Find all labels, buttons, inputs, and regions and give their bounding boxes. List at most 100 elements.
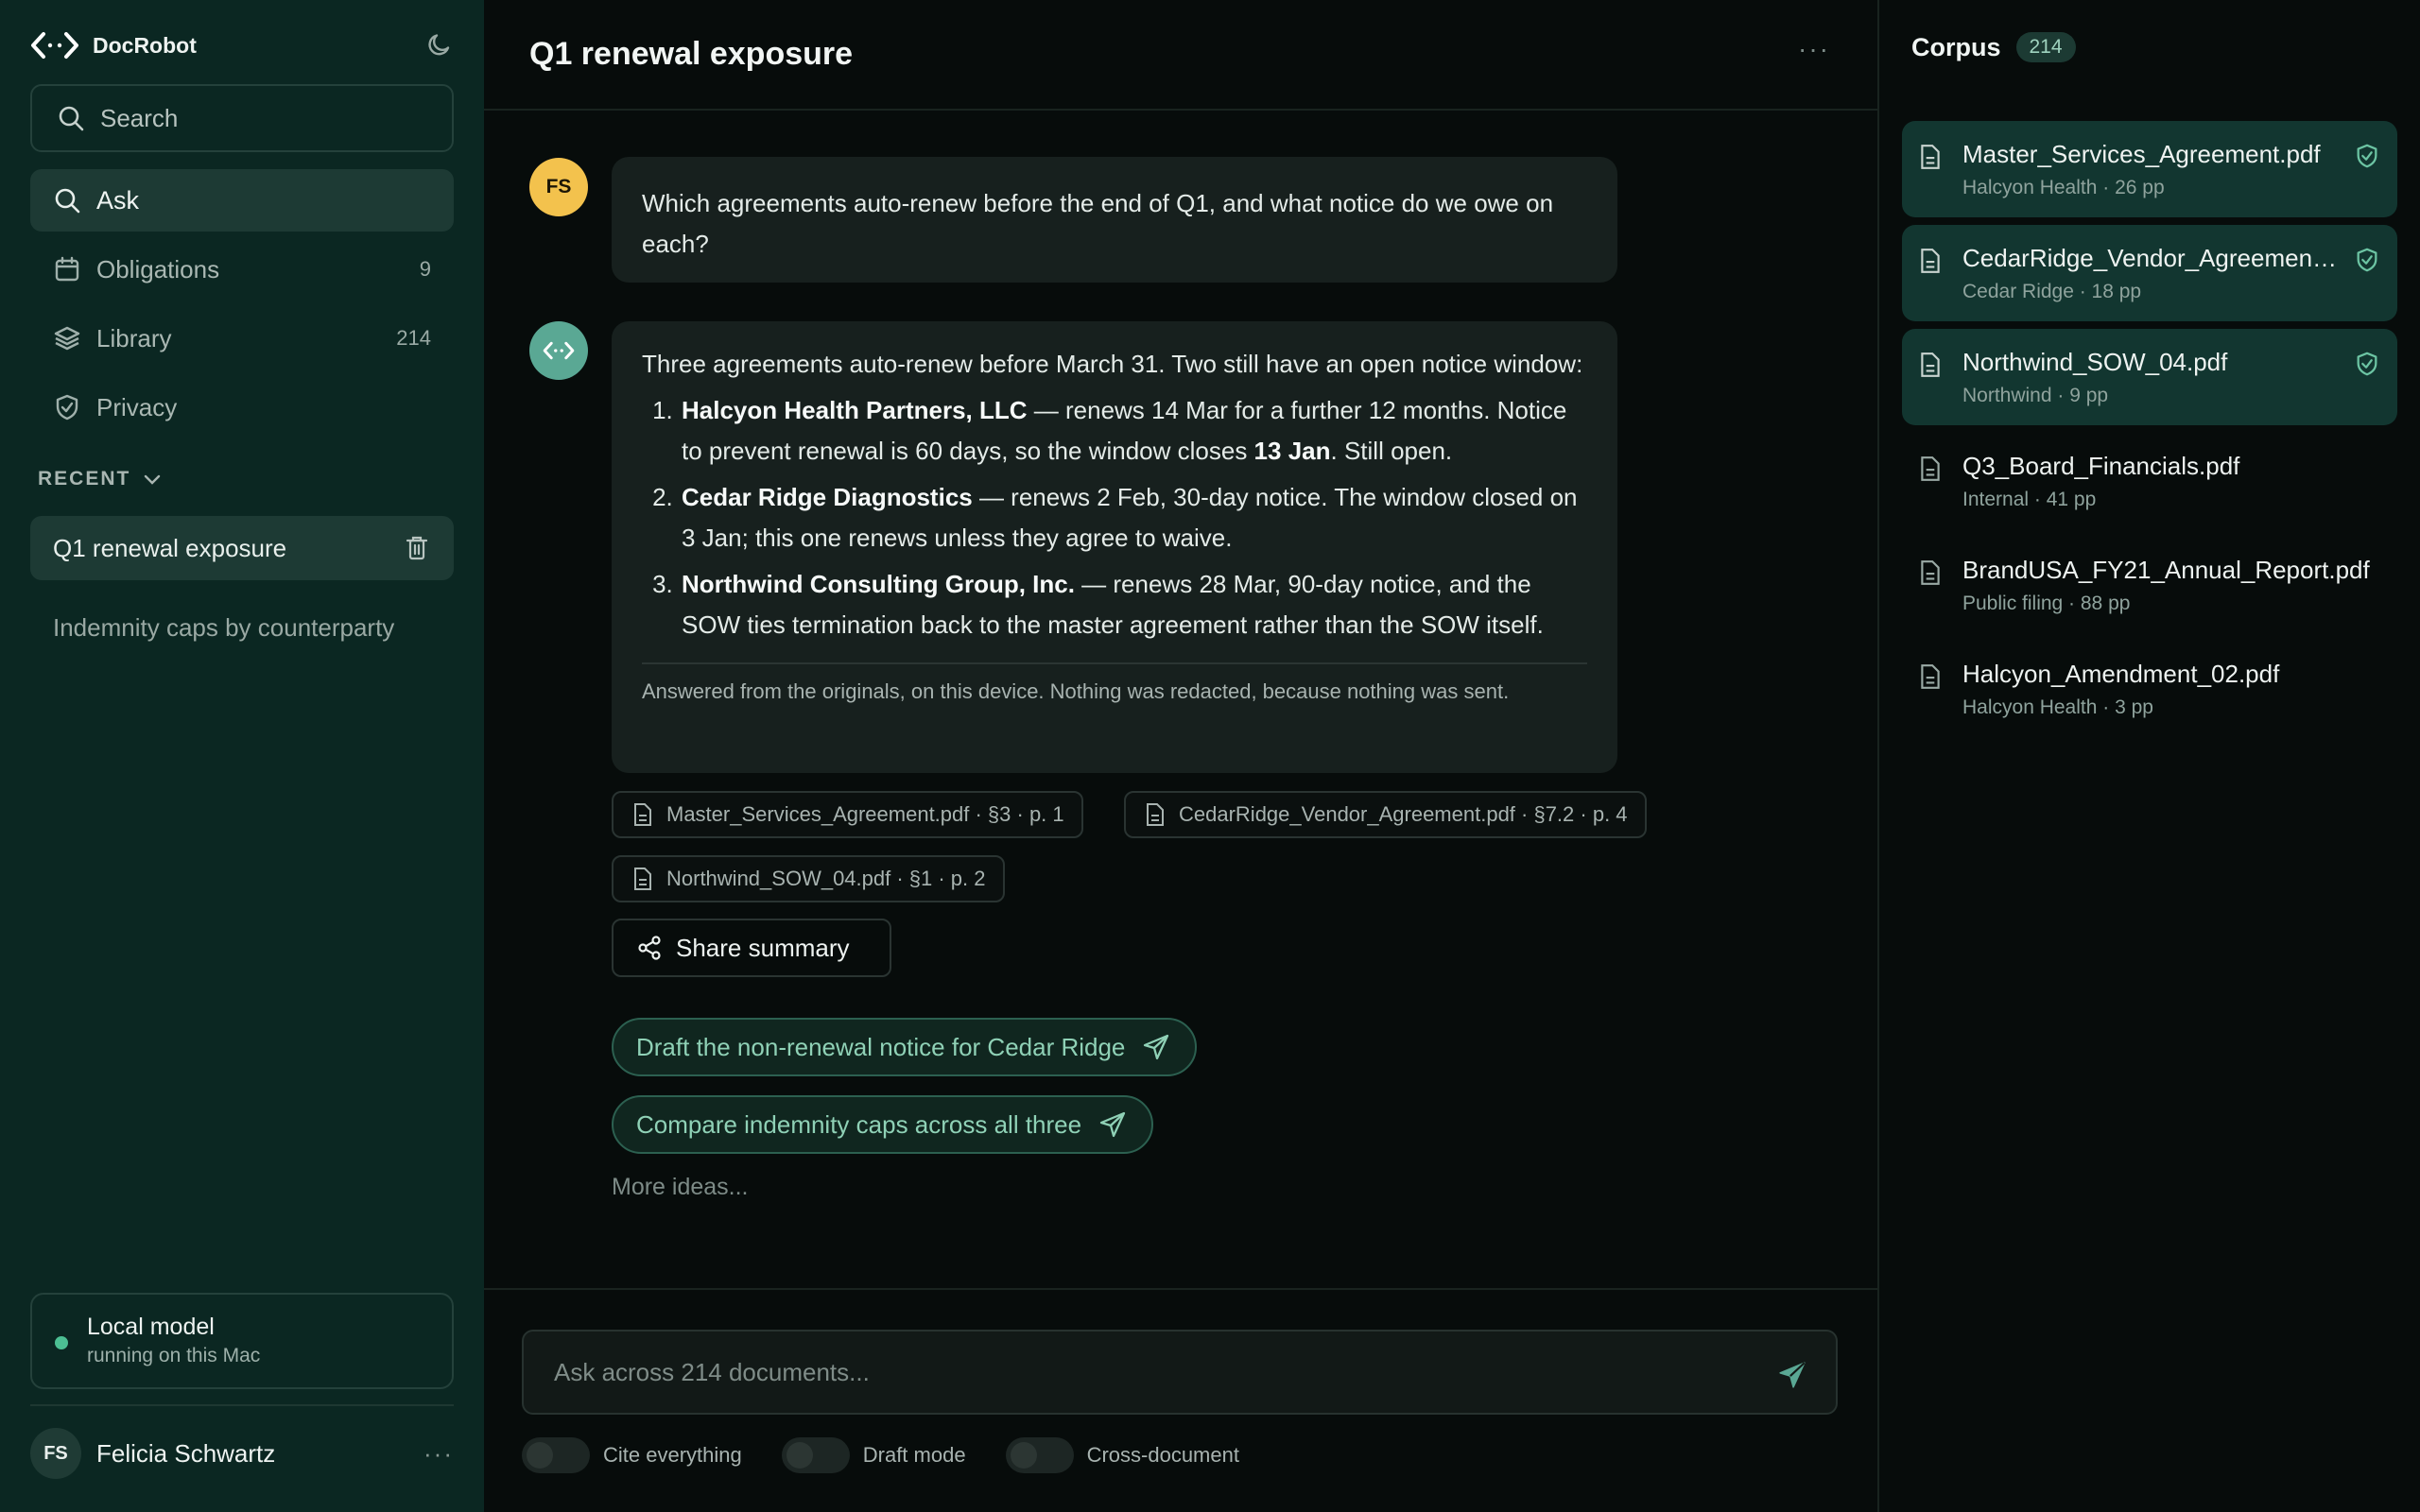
nav-count: 214 <box>396 326 431 350</box>
page-title: Q1 renewal exposure <box>529 36 854 72</box>
nav-ask[interactable]: Ask <box>30 169 454 232</box>
share-summary-button[interactable]: Share summary <box>612 919 891 977</box>
document-item[interactable]: Halcyon_Amendment_02.pdf Halcyon Health … <box>1902 641 2397 737</box>
nav-privacy[interactable]: Privacy <box>30 376 454 438</box>
sidebar: DocRobot Search Ask Obligations 9 Librar… <box>0 0 484 1512</box>
toggle-label: Cross-document <box>1086 1443 1239 1467</box>
shield-check-icon <box>2357 352 2377 376</box>
citation-chip[interactable]: Northwind_SOW_04.pdf · §1 · p. 2 <box>612 855 1005 902</box>
document-name: Master_Services_Agreement.pdf <box>1962 140 2321 168</box>
docrobot-logo-icon <box>31 32 78 59</box>
answer-item-text: . Still open. <box>1330 437 1453 465</box>
document-item[interactable]: BrandUSA_FY21_Annual_Report.pdf Public f… <box>1902 537 2397 633</box>
share-label: Share summary <box>676 933 850 962</box>
suggestion-chip[interactable]: Compare indemnity caps across all three <box>612 1095 1154 1154</box>
recent-item[interactable]: Q1 renewal exposure <box>30 516 454 580</box>
chat-header: Q1 renewal exposure ··· <box>484 0 1877 111</box>
answer-item-name: Northwind Consulting Group, Inc. <box>682 570 1075 598</box>
toggle-cross-document[interactable] <box>1005 1437 1074 1473</box>
composer-toggles: Cite everything Draft mode Cross-documen… <box>522 1437 1279 1473</box>
answer-item: Northwind Consulting Group, Inc. — renew… <box>680 564 1587 645</box>
document-icon <box>1921 664 1940 689</box>
app-name: DocRobot <box>93 32 197 58</box>
search-input[interactable]: Search <box>30 84 454 152</box>
send-icon[interactable] <box>1777 1360 1807 1390</box>
nav-label: Obligations <box>96 254 220 284</box>
recent-item-label: Q1 renewal exposure <box>53 533 287 562</box>
document-item[interactable]: Q3_Board_Financials.pdf Internal · 41 pp <box>1902 433 2397 529</box>
document-item[interactable]: Master_Services_Agreement.pdf Halcyon He… <box>1902 121 2397 217</box>
shield-check-icon <box>2357 248 2377 272</box>
user-message-text: Which agreements auto-renew before the e… <box>642 189 1554 258</box>
document-name: CedarRidge_Vendor_Agreement.pdf <box>1962 244 2341 272</box>
corpus-panel: Corpus 214 Master_Services_Agreement.pdf… <box>1877 0 2420 1512</box>
document-icon <box>1921 249 1940 273</box>
logo-row: DocRobot <box>30 28 454 62</box>
search-icon <box>55 188 80 214</box>
nav-label: Privacy <box>96 392 178 421</box>
model-status-card[interactable]: Local model running on this Mac <box>30 1293 454 1389</box>
citation-chip[interactable]: CedarRidge_Vendor_Agreement.pdf · §7.2 ·… <box>1124 791 1647 838</box>
document-name: Halcyon_Amendment_02.pdf <box>1962 660 2280 688</box>
avatar: FS <box>30 1428 81 1479</box>
document-icon <box>634 868 651 890</box>
count-badge: 214 <box>2015 32 2076 62</box>
user-message: Which agreements auto-renew before the e… <box>612 157 1617 283</box>
document-item[interactable]: Northwind_SOW_04.pdf Northwind · 9 pp <box>1902 329 2397 425</box>
suggestion-chip[interactable]: Draft the non-renewal notice for Cedar R… <box>612 1018 1198 1076</box>
corpus-header: Corpus 214 <box>1911 32 2076 62</box>
document-icon <box>1921 560 1940 585</box>
citation-chip[interactable]: Master_Services_Agreement.pdf · §3 · p. … <box>612 791 1083 838</box>
toggle-cite-everything[interactable] <box>522 1437 590 1473</box>
status-dot <box>55 1336 68 1349</box>
corpus-title: Corpus <box>1911 32 2001 61</box>
document-icon <box>1147 803 1164 826</box>
document-meta: Halcyon Health · 26 pp <box>1962 177 2165 198</box>
model-subtitle: running on this Mac <box>87 1345 261 1366</box>
document-name: Q3_Board_Financials.pdf <box>1962 452 2240 480</box>
nav-obligations[interactable]: Obligations 9 <box>30 238 454 301</box>
recent-heading[interactable]: RECENT <box>38 467 164 491</box>
citation-label: Northwind_SOW_04.pdf · §1 · p. 2 <box>666 867 986 890</box>
answer-intro: Three agreements auto-renew before March… <box>642 350 1583 378</box>
divider <box>30 1404 454 1406</box>
docrobot-logo-icon <box>543 341 575 360</box>
more-icon[interactable]: ··· <box>424 1439 454 1469</box>
more-icon[interactable]: ··· <box>1798 34 1830 64</box>
user-row[interactable]: FS Felicia Schwartz ··· <box>30 1427 454 1480</box>
answer-item: Halcyon Health Partners, LLC — renews 14… <box>680 390 1587 472</box>
shield-check-icon <box>2357 144 2377 168</box>
answer-item-name: Cedar Ridge Diagnostics <box>682 483 973 511</box>
message-input[interactable]: Ask across 214 documents... <box>522 1330 1838 1415</box>
chevron-down-icon <box>145 474 161 485</box>
user-avatar: FS <box>529 158 588 216</box>
answer-item-name: Halcyon Health Partners, LLC <box>682 396 1028 424</box>
document-item[interactable]: CedarRidge_Vendor_Agreement.pdf Cedar Ri… <box>1902 225 2397 321</box>
nav-label: Library <box>96 323 172 352</box>
recent-heading-label: RECENT <box>38 468 131 490</box>
nav-label: Ask <box>96 185 140 215</box>
trash-icon[interactable] <box>405 535 429 561</box>
search-icon <box>59 106 84 131</box>
share-icon <box>638 936 661 960</box>
document-icon <box>1921 352 1940 377</box>
model-title: Local model <box>87 1314 215 1340</box>
moon-icon[interactable] <box>425 30 454 59</box>
message-input-placeholder: Ask across 214 documents... <box>554 1357 870 1386</box>
answer-footnote: Answered from the originals, on this dev… <box>642 662 1587 706</box>
assistant-avatar <box>529 321 588 380</box>
document-name: BrandUSA_FY21_Annual_Report.pdf <box>1962 556 2370 584</box>
nav-library[interactable]: Library 214 <box>30 307 454 369</box>
document-meta: Public filing · 88 pp <box>1962 593 2131 614</box>
citation-label: Master_Services_Agreement.pdf · §3 · p. … <box>666 802 1064 826</box>
send-icon <box>1099 1111 1126 1138</box>
toggle-draft-mode[interactable] <box>781 1437 850 1473</box>
calendar-icon <box>55 256 79 282</box>
suggestion-label: Compare indemnity caps across all three <box>636 1109 1082 1139</box>
shield-icon <box>56 394 78 421</box>
chat-main: Q1 renewal exposure ··· FS Which agreeme… <box>484 0 1877 1512</box>
document-meta: Cedar Ridge · 18 pp <box>1962 281 2142 302</box>
recent-item[interactable]: Indemnity caps by counterparty <box>30 595 454 660</box>
document-meta: Northwind · 9 pp <box>1962 385 2109 406</box>
more-ideas-link[interactable]: More ideas... <box>612 1174 749 1201</box>
